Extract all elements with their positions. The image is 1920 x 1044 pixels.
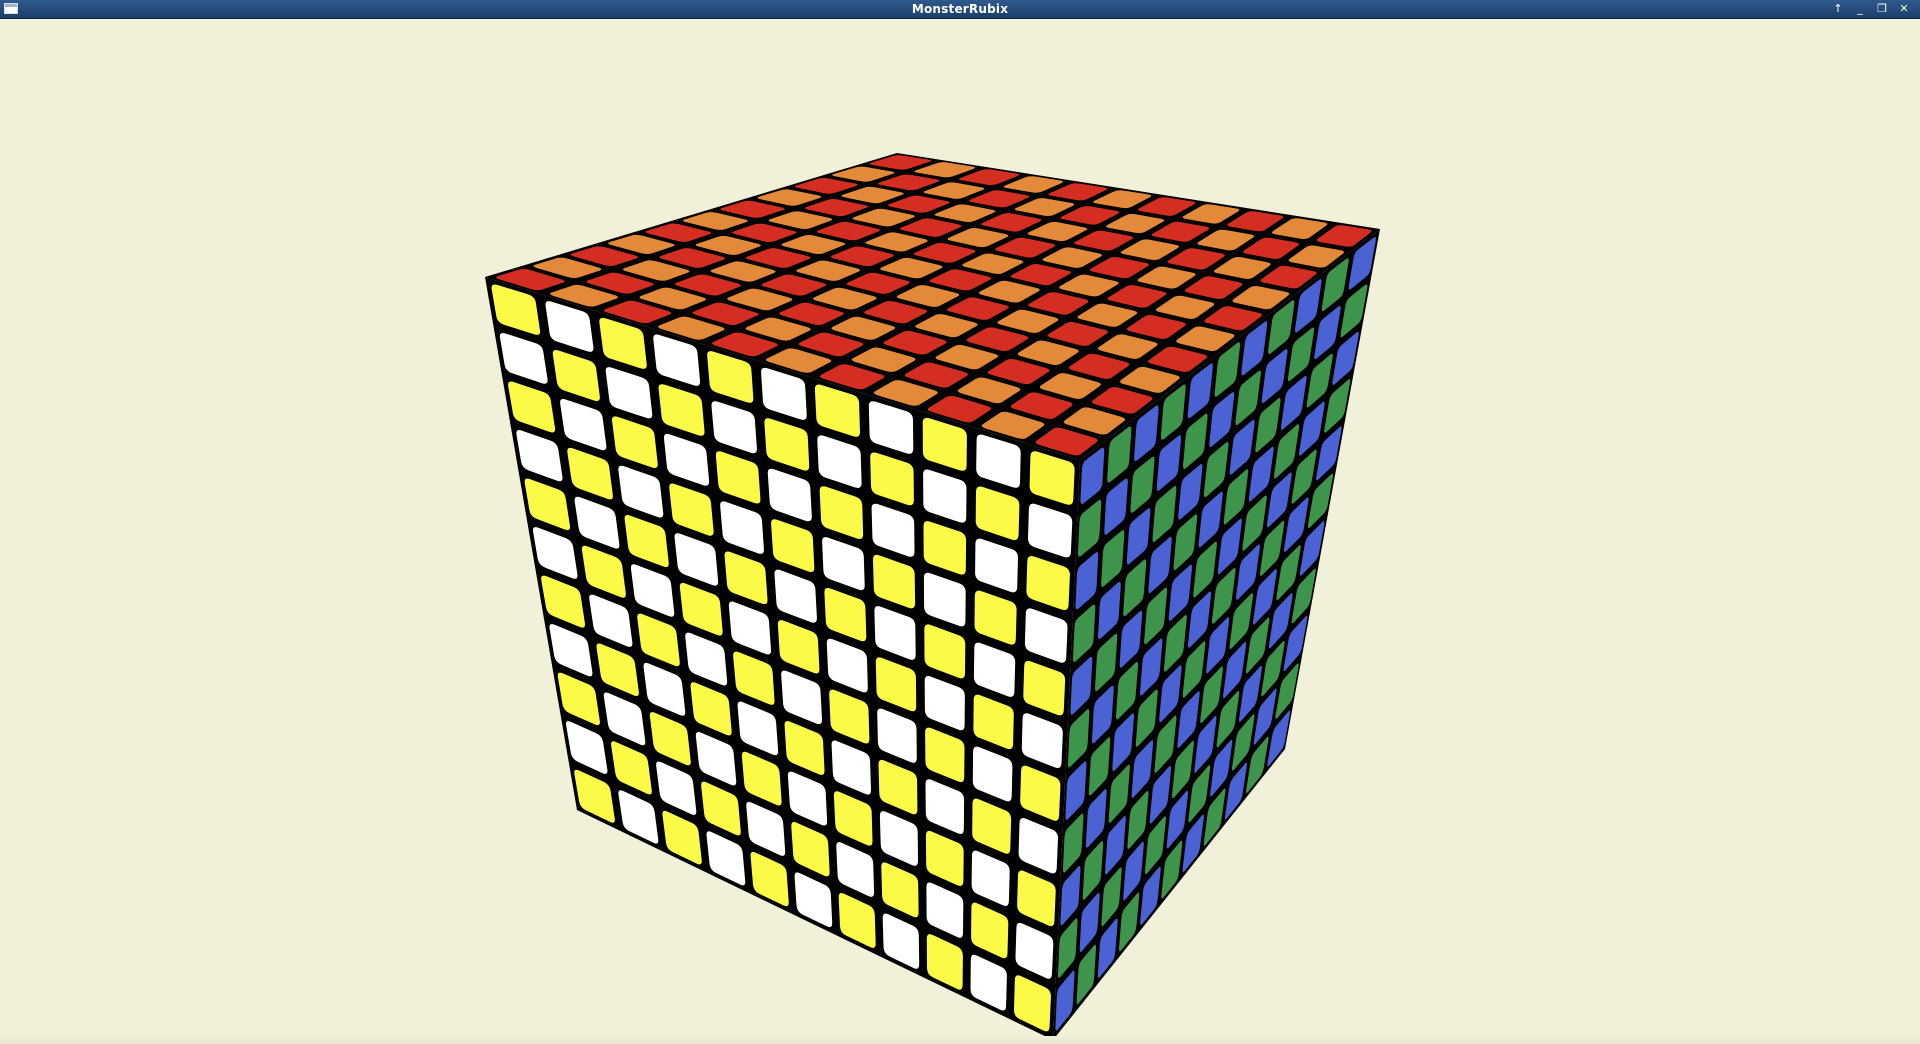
- window-title: MonsterRubix: [911, 2, 1009, 16]
- title-bar[interactable]: MonsterRubix ↑ _ ❐ ✕: [0, 0, 1920, 19]
- arrow-up-icon[interactable]: ↑: [1830, 2, 1846, 16]
- rubiks-cube[interactable]: [0, 19, 1920, 1044]
- minimize-icon[interactable]: _: [1852, 2, 1868, 16]
- 3d-viewport[interactable]: [0, 19, 1920, 1044]
- close-icon[interactable]: ✕: [1896, 2, 1912, 16]
- restore-icon[interactable]: ❐: [1874, 2, 1890, 16]
- bottom-edge: [0, 1036, 1920, 1044]
- app-window: MonsterRubix ↑ _ ❐ ✕: [0, 0, 1920, 1044]
